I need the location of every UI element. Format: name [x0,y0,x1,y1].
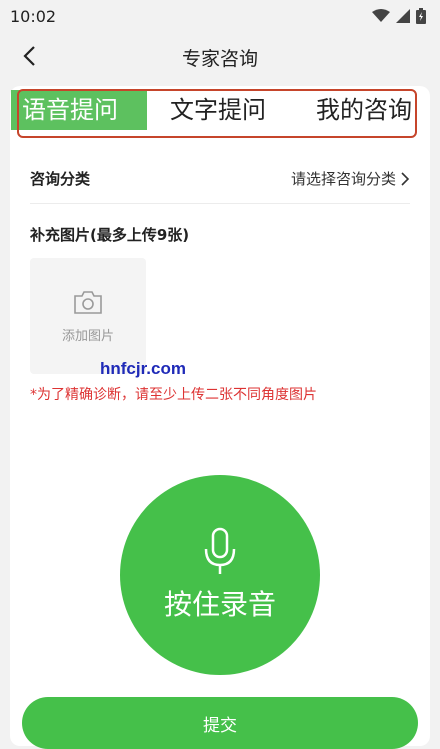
microphone-icon [204,527,236,574]
status-time: 10:02 [10,6,57,26]
battery-icon [416,8,426,24]
record-label: 按住录音 [163,588,276,621]
highlight-annotation-box [17,89,417,138]
chevron-right-icon [401,171,410,186]
status-bar: 10:02 [0,0,440,32]
upload-note: *为了精确诊断，请至少上传二张不同角度图片 [30,387,317,403]
add-photo-button[interactable]: 添加图片 [30,258,146,374]
category-select[interactable]: 请选择咨询分类 [291,168,410,189]
watermark: hnfcjr.com [100,359,186,378]
category-placeholder: 请选择咨询分类 [290,170,396,188]
page-title: 专家咨询 [181,47,258,70]
category-row[interactable]: 咨询分类 请选择咨询分类 [30,154,410,204]
back-button[interactable] [14,41,44,71]
camera-icon [74,290,102,314]
nav-bar: 专家咨询 [0,32,440,82]
hold-to-record-button[interactable]: 按住录音 [120,475,320,675]
category-label: 咨询分类 [30,170,91,188]
add-photo-label: 添加图片 [61,328,114,344]
pictures-label: 补充图片(最多上传9张) [30,226,190,244]
status-icons [372,8,426,24]
wifi-icon [372,9,390,22]
signal-icon [396,9,410,23]
back-arrow-icon [23,46,35,66]
submit-button[interactable]: 提交 [22,697,418,749]
